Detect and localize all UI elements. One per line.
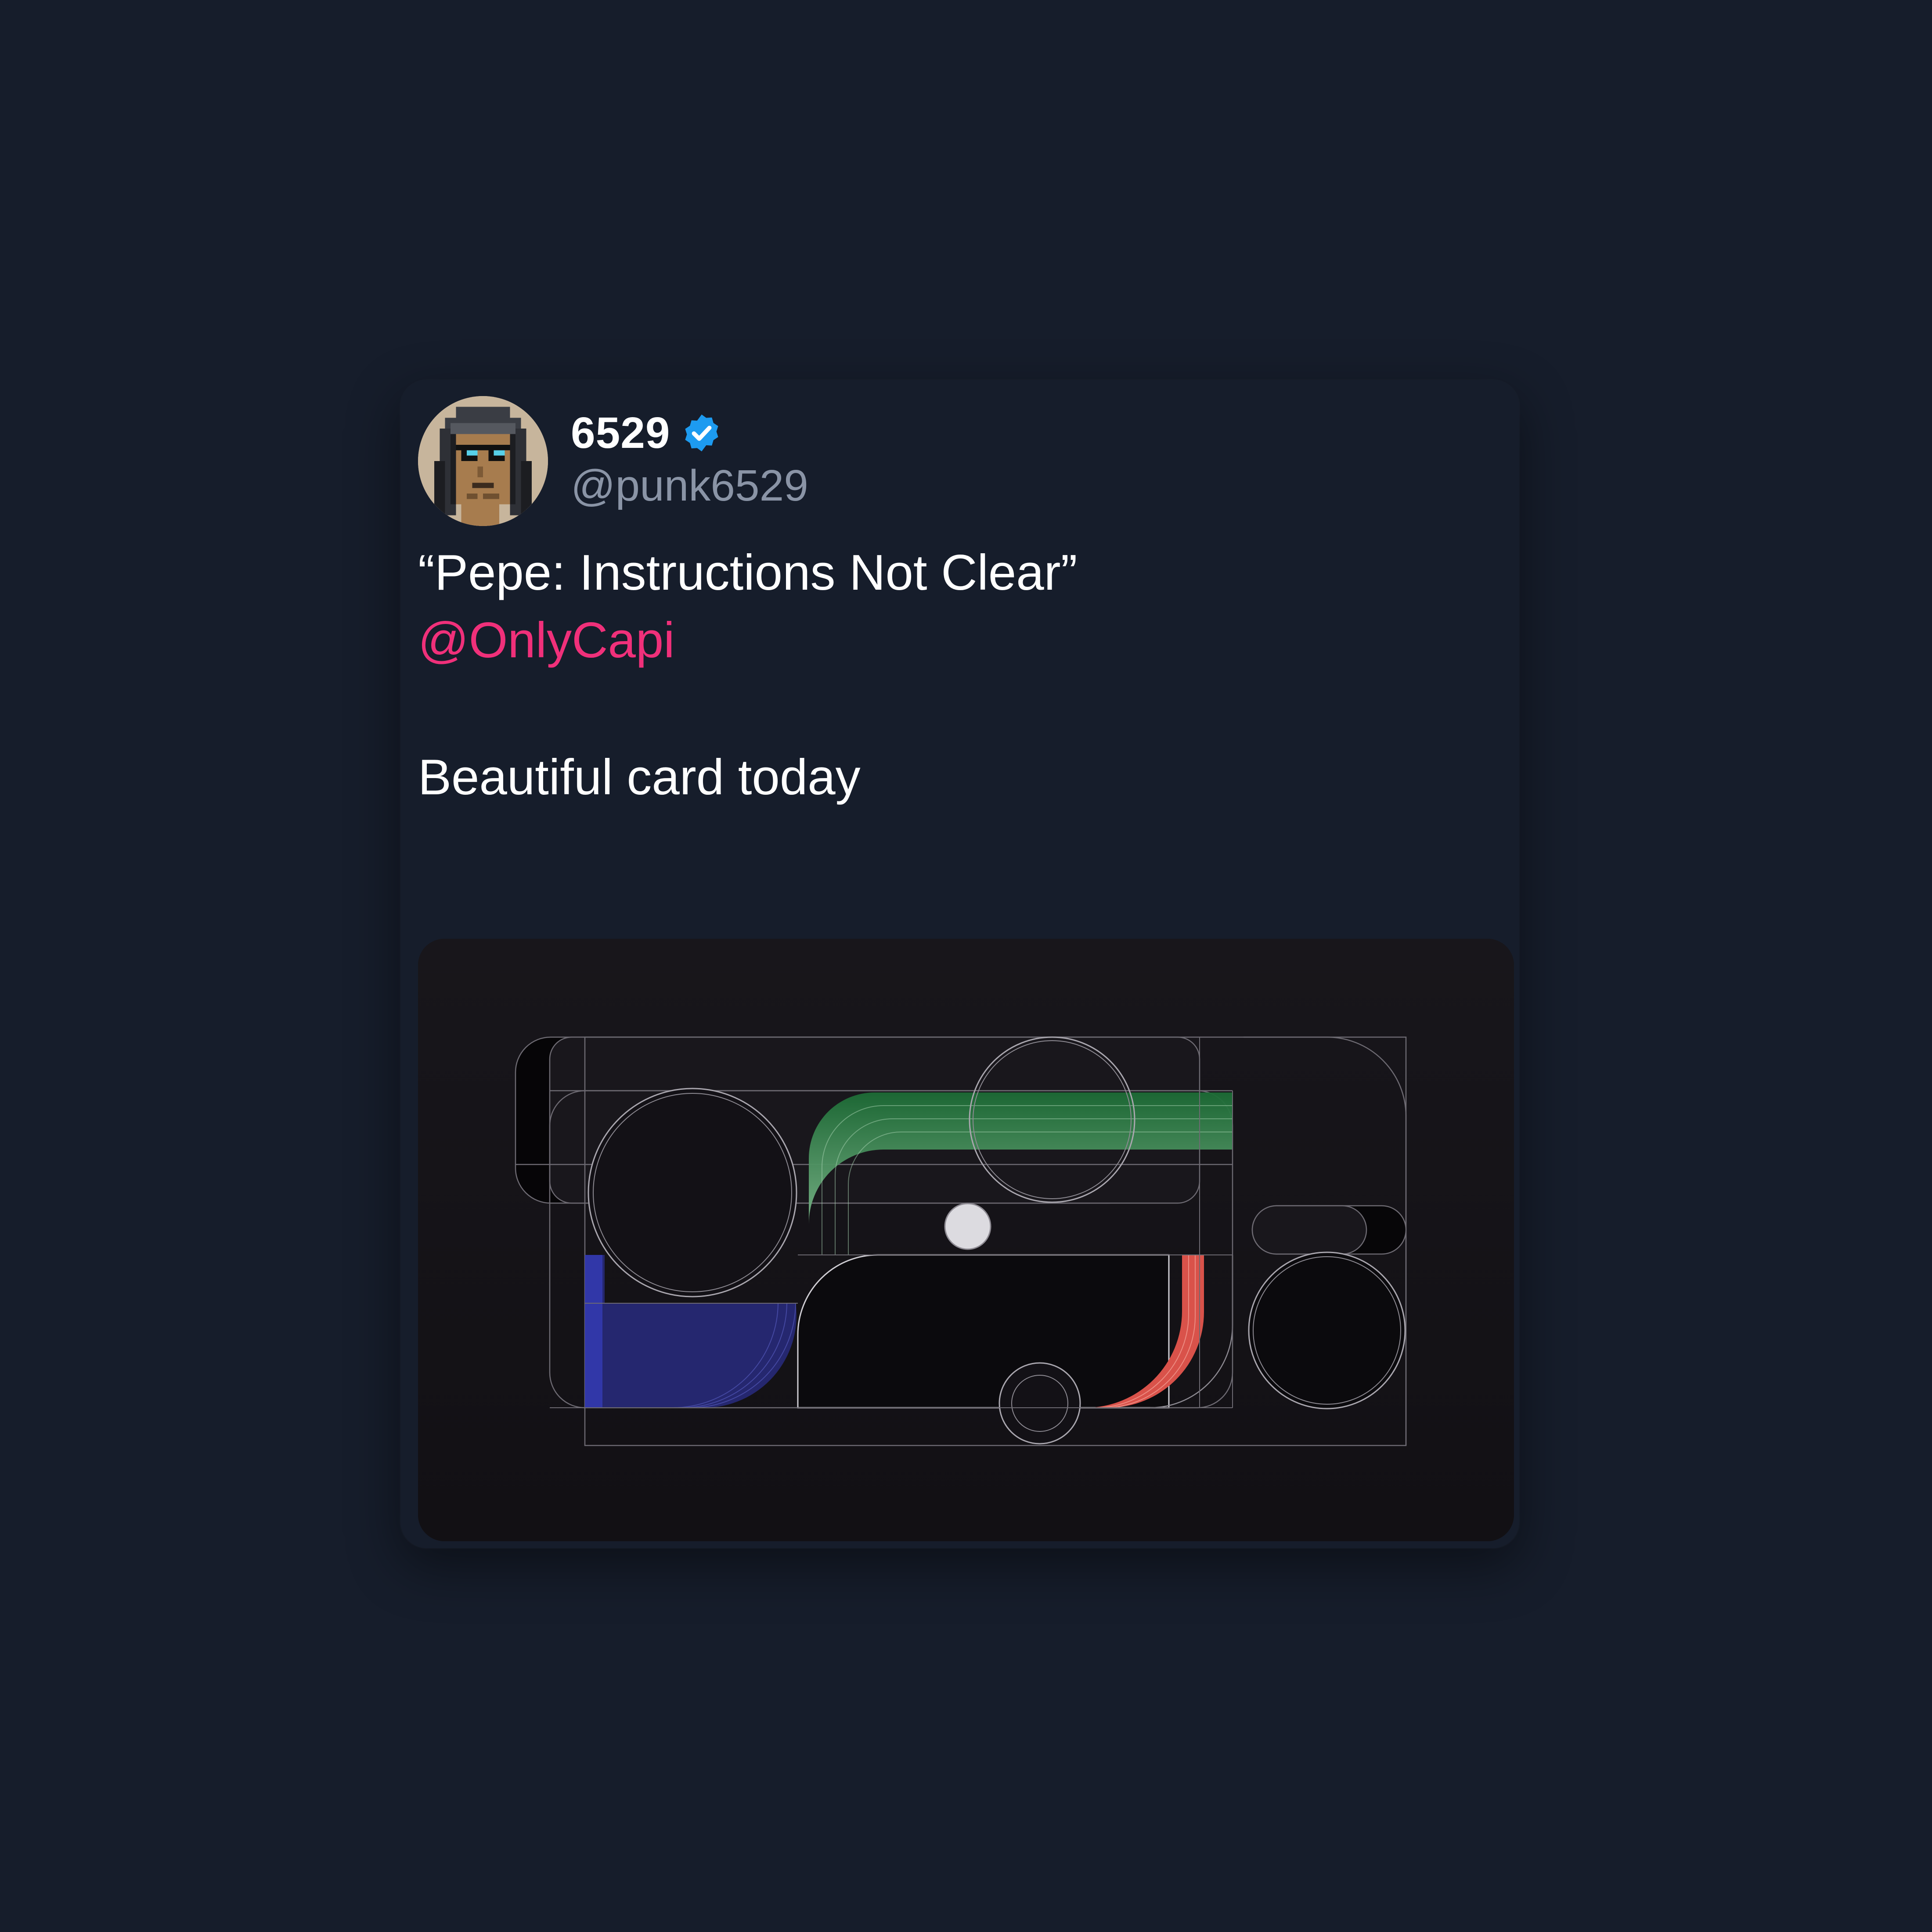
page: 6529 @punk6529 “Pepe: Instructions Not C… [0, 0, 1932, 1932]
tweet-card[interactable]: 6529 @punk6529 “Pepe: Instructions Not C… [400, 380, 1519, 1548]
handle[interactable]: @punk6529 [571, 459, 808, 512]
display-name[interactable]: 6529 [571, 407, 670, 459]
display-name-row: 6529 [571, 407, 723, 459]
mention-link[interactable]: @OnlyCapi [418, 608, 1472, 674]
tweet-media-image[interactable] [418, 939, 1514, 1541]
tweet-text-body: Beautiful card today [418, 750, 861, 805]
pixel-punk-avatar-icon [418, 396, 548, 526]
avatar[interactable] [418, 396, 548, 526]
verified-badge-icon [685, 415, 719, 451]
card-artwork [418, 939, 1514, 1541]
tweet-text-title: “Pepe: Instructions Not Clear” [418, 545, 1078, 601]
